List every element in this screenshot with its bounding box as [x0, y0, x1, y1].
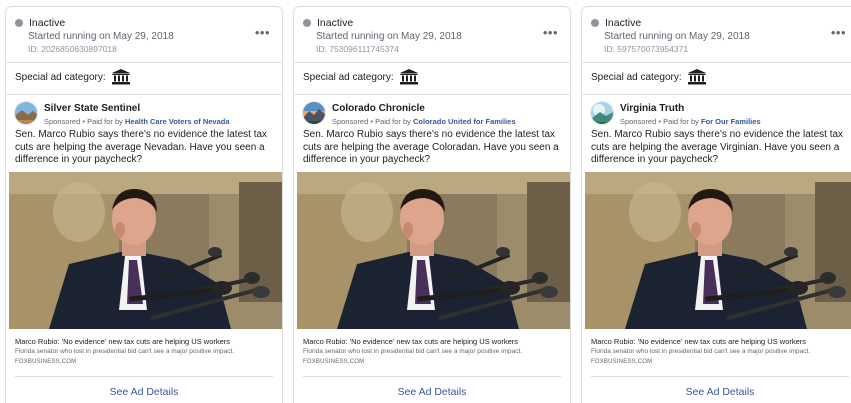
paid-for-by-name[interactable]: Health Care Voters of Nevada — [125, 117, 229, 126]
ad-photo-senator-at-microphones[interactable] — [585, 172, 851, 329]
sponsored-line: Sponsored • Paid for by Colorado United … — [332, 117, 516, 126]
page-name[interactable]: Colorado Chronicle — [332, 103, 425, 114]
desert-mountain-avatar[interactable] — [14, 101, 38, 125]
ad-card: Inactive Started running on May 29, 2018… — [5, 6, 283, 403]
political-category-bank-icon — [687, 69, 706, 85]
ad-id: ID: 753096111745374 — [316, 44, 399, 54]
link-domain: FOXBUSINESS.COM — [15, 359, 77, 365]
ad-body-text: Sen. Marco Rubio says there's no evidenc… — [591, 129, 844, 165]
ad-id: ID: 2026850630897018 — [28, 44, 117, 54]
special-ad-category: Special ad category: — [15, 69, 130, 85]
divider — [6, 94, 282, 95]
ad-body-text: Sen. Marco Rubio says there's no evidenc… — [15, 129, 268, 165]
landscape-avatar[interactable] — [590, 101, 614, 125]
inactive-status-dot-icon — [591, 19, 599, 27]
more-options-button[interactable]: ••• — [831, 25, 846, 40]
inactive-status-dot-icon — [303, 19, 311, 27]
ad-body-text: Sen. Marco Rubio says there's no evidenc… — [303, 129, 559, 165]
page-name[interactable]: Virginia Truth — [620, 103, 684, 114]
special-ad-category-label: Special ad category: — [591, 71, 682, 83]
political-category-bank-icon — [399, 69, 418, 85]
ad-photo-senator-at-microphones[interactable] — [297, 172, 571, 329]
sponsored-line: Sponsored • Paid for by Health Care Vote… — [44, 117, 230, 126]
divider — [15, 376, 273, 377]
link-description: Florida senator who lost in presidential… — [15, 348, 235, 355]
ad-photo-senator-at-microphones[interactable] — [9, 172, 283, 329]
ad-card: Inactive Started running on May 29, 2018… — [293, 6, 571, 403]
link-description: Florida senator who lost in presidential… — [591, 348, 811, 355]
special-ad-category-label: Special ad category: — [15, 71, 106, 83]
mountain-sunset-avatar[interactable] — [302, 101, 326, 125]
see-ad-details-link[interactable]: See Ad Details — [582, 386, 851, 398]
see-ad-details-link[interactable]: See Ad Details — [6, 386, 282, 398]
started-running-date: Started running on May 29, 2018 — [28, 31, 174, 42]
special-ad-category: Special ad category: — [303, 69, 418, 85]
link-title[interactable]: Marco Rubio: 'No evidence' new tax cuts … — [303, 337, 518, 346]
paid-for-by-name[interactable]: Colorado United for Families — [413, 117, 516, 126]
link-title[interactable]: Marco Rubio: 'No evidence' new tax cuts … — [591, 337, 806, 346]
special-ad-category: Special ad category: — [591, 69, 706, 85]
divider — [582, 94, 851, 95]
paid-for-by-prefix: • Paid for by — [656, 117, 702, 126]
ad-card-list: Inactive Started running on May 29, 2018… — [0, 0, 851, 403]
paid-for-by-prefix: • Paid for by — [368, 117, 414, 126]
link-domain: FOXBUSINESS.COM — [303, 359, 365, 365]
see-ad-details-link[interactable]: See Ad Details — [294, 386, 570, 398]
status-row: Inactive — [591, 17, 641, 29]
status-text: Inactive — [605, 17, 642, 29]
divider — [591, 376, 849, 377]
status-text: Inactive — [317, 17, 354, 29]
political-category-bank-icon — [111, 69, 130, 85]
more-options-button[interactable]: ••• — [255, 25, 270, 40]
link-domain: FOXBUSINESS.COM — [591, 359, 653, 365]
started-running-date: Started running on May 29, 2018 — [604, 31, 750, 42]
divider — [582, 62, 851, 63]
started-running-date: Started running on May 29, 2018 — [316, 31, 462, 42]
divider — [6, 62, 282, 63]
more-options-button[interactable]: ••• — [543, 25, 558, 40]
link-description: Florida senator who lost in presidential… — [303, 348, 523, 355]
divider — [303, 376, 561, 377]
paid-for-by-name[interactable]: For Our Families — [701, 117, 761, 126]
status-row: Inactive — [303, 17, 353, 29]
sponsored-label: Sponsored — [332, 117, 369, 126]
special-ad-category-label: Special ad category: — [303, 71, 394, 83]
ad-id: ID: 597570073954371 — [604, 44, 689, 54]
status-row: Inactive — [15, 17, 65, 29]
paid-for-by-prefix: • Paid for by — [80, 117, 126, 126]
inactive-status-dot-icon — [15, 19, 23, 27]
sponsored-line: Sponsored • Paid for by For Our Families — [620, 117, 761, 126]
divider — [294, 62, 570, 63]
ad-card: Inactive Started running on May 29, 2018… — [581, 6, 851, 403]
sponsored-label: Sponsored — [620, 117, 657, 126]
page-name[interactable]: Silver State Sentinel — [44, 103, 140, 114]
status-text: Inactive — [29, 17, 66, 29]
link-title[interactable]: Marco Rubio: 'No evidence' new tax cuts … — [15, 337, 230, 346]
divider — [294, 94, 570, 95]
sponsored-label: Sponsored — [44, 117, 81, 126]
